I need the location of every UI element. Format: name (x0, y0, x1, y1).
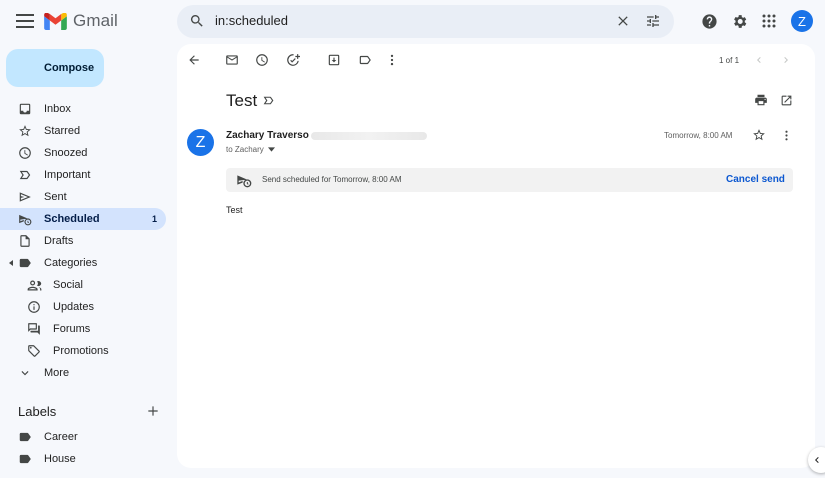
email-body: Test (226, 205, 243, 215)
clear-search-icon[interactable] (613, 11, 633, 31)
main-menu-icon[interactable] (9, 9, 41, 33)
scheduled-send-icon (235, 171, 253, 189)
back-arrow-icon[interactable] (186, 52, 202, 68)
sidebar-label-house[interactable]: House (0, 448, 166, 470)
caret-down-icon[interactable] (267, 147, 275, 152)
inbox-icon (17, 101, 33, 117)
sidebar-item-label: Drafts (44, 235, 74, 247)
app-name: Gmail (73, 11, 118, 30)
move-to-icon[interactable] (326, 52, 342, 68)
important-label-icon (17, 167, 33, 183)
newer-chevron-left-icon[interactable] (751, 52, 767, 68)
snooze-clock-icon[interactable] (254, 52, 270, 68)
important-marker-icon[interactable] (260, 92, 276, 108)
sidebar-item-label: House (44, 453, 76, 465)
chevron-down-icon (17, 365, 33, 381)
clock-icon (17, 145, 33, 161)
sidebar-item-label: Important (44, 169, 91, 181)
info-icon (26, 299, 42, 315)
sidebar-item-label: Updates (53, 301, 94, 313)
tag-icon (26, 343, 42, 359)
sidebar-item-scheduled[interactable]: Scheduled 1 (0, 208, 166, 230)
sidebar-item-updates[interactable]: Updates (0, 296, 166, 318)
sidebar-item-starred[interactable]: Starred (0, 120, 166, 142)
sidebar-item-label: More (44, 367, 70, 379)
add-task-icon[interactable] (285, 52, 301, 68)
apps-grid-icon[interactable] (759, 11, 779, 31)
sidebar-item-label: Scheduled (44, 213, 100, 225)
sidebar-item-forums[interactable]: Forums (0, 318, 166, 340)
older-chevron-right-icon[interactable] (778, 52, 794, 68)
sender-name[interactable]: Zachary Traverso (226, 130, 309, 141)
label-as-icon[interactable] (357, 52, 373, 68)
chevron-left-icon (811, 454, 823, 466)
sidebar-item-label: Career (44, 431, 78, 443)
scheduled-send-icon (17, 211, 33, 227)
sidebar-item-drafts[interactable]: Drafts (0, 230, 166, 252)
open-in-new-window-icon[interactable] (778, 92, 794, 108)
label-icon (17, 255, 33, 271)
sidebar-item-categories[interactable]: Categories (0, 252, 166, 274)
sidebar-item-important[interactable]: Important (0, 164, 166, 186)
sender-avatar[interactable]: Z (187, 129, 214, 156)
sidebar-item-label: Starred (44, 125, 81, 137)
recipients-line[interactable]: to Zachary (226, 145, 275, 154)
gmail-logo[interactable]: Gmail (44, 11, 118, 31)
search-input[interactable]: in:scheduled (215, 13, 288, 28)
send-icon (17, 189, 33, 205)
more-vert-icon[interactable] (778, 127, 794, 143)
star-icon (17, 123, 33, 139)
sidebar-item-promotions[interactable]: Promotions (0, 340, 166, 362)
sidebar-item-social[interactable]: Social (0, 274, 166, 296)
collapse-caret-icon[interactable] (9, 260, 13, 266)
sidebar-item-snoozed[interactable]: Snoozed (0, 142, 166, 164)
sidebar-item-label: Inbox (44, 103, 71, 115)
side-panel-toggle-button[interactable] (808, 447, 825, 473)
sidebar-item-sent[interactable]: Sent (0, 186, 166, 208)
account-avatar[interactable]: Z (791, 10, 813, 32)
star-icon[interactable] (751, 127, 767, 143)
compose-button[interactable]: Compose (6, 49, 104, 87)
gmail-m-icon (44, 12, 67, 30)
sidebar-item-inbox[interactable]: Inbox (0, 98, 166, 120)
print-icon[interactable] (753, 92, 769, 108)
label-icon (17, 451, 33, 467)
people-icon (26, 277, 42, 293)
email-subject: Test (226, 91, 258, 110)
sidebar-item-label: Promotions (53, 345, 109, 357)
sidebar-item-more[interactable]: More (0, 362, 166, 384)
sidebar-label-career[interactable]: Career (0, 426, 166, 448)
draft-icon (17, 233, 33, 249)
pagination-count: 1 of 1 (719, 56, 740, 65)
sidebar-item-label: Snoozed (44, 147, 88, 159)
forum-icon (26, 321, 42, 337)
settings-gear-icon[interactable] (729, 11, 749, 31)
scheduled-notice-text: Send scheduled for Tomorrow, 8:00 AM (262, 175, 402, 184)
sender-email-redacted (311, 132, 427, 140)
cancel-send-button[interactable]: Cancel send (726, 174, 785, 185)
unread-count-badge: 1 (151, 214, 157, 224)
sidebar-item-label: Categories (44, 257, 98, 269)
recipients-text: to Zachary (226, 145, 264, 154)
labels-heading: Labels (18, 404, 57, 419)
sidebar-item-label: Sent (44, 191, 67, 203)
sidebar-item-label: Social (53, 279, 83, 291)
add-label-icon[interactable] (145, 403, 161, 419)
compose-label: Compose (44, 62, 95, 74)
mark-unread-icon[interactable] (224, 52, 240, 68)
support-icon[interactable] (699, 11, 719, 31)
search-options-icon[interactable] (643, 11, 663, 31)
label-icon (17, 429, 33, 445)
sidebar-item-label: Forums (53, 323, 91, 335)
more-vert-icon[interactable] (384, 52, 400, 68)
email-date: Tomorrow, 8:00 AM (664, 131, 733, 140)
search-icon[interactable] (187, 11, 207, 31)
